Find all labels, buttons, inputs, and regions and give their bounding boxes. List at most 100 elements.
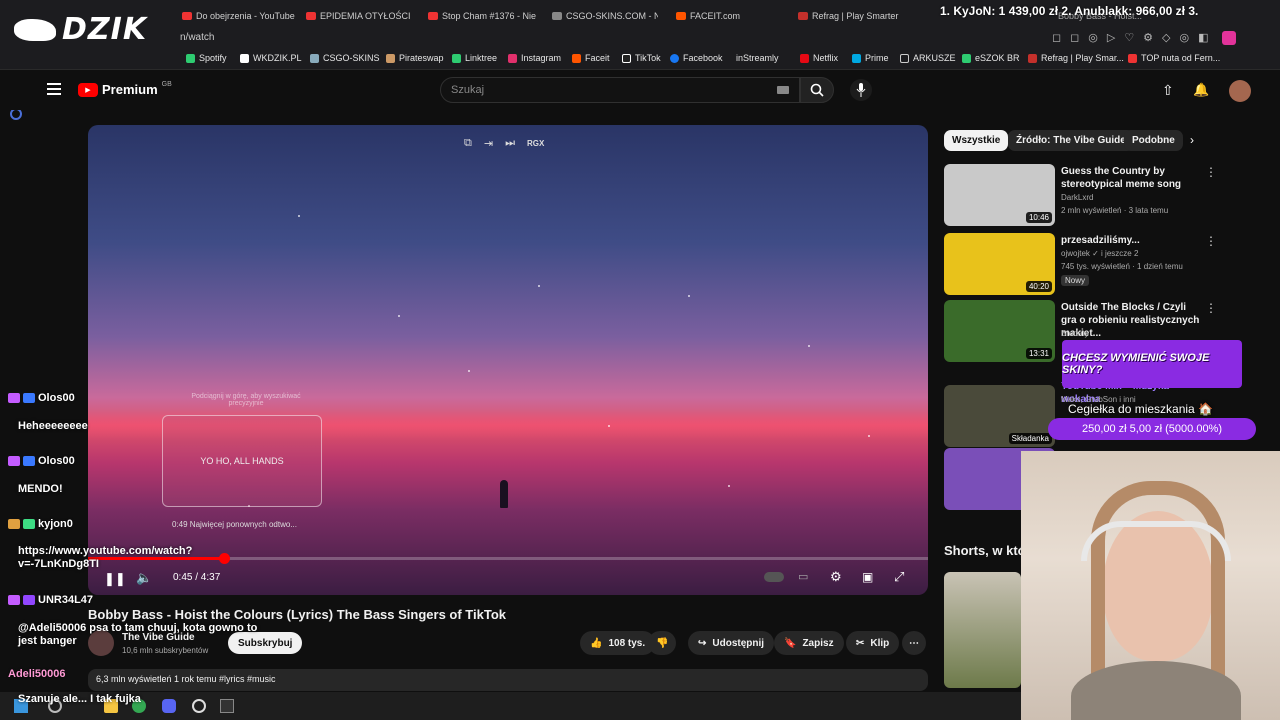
obs-icon[interactable] <box>192 699 206 713</box>
epic-games-icon[interactable] <box>220 699 234 713</box>
dislike-button[interactable]: 👎 <box>648 631 677 655</box>
stream-logo-text: DZIK <box>62 12 148 47</box>
progress-scrubber[interactable] <box>219 553 231 564</box>
recommended-channel[interactable]: ojwojtek ✓ i jeszcze 2 <box>1061 249 1201 258</box>
extension-icons[interactable]: ◻◻◎▷♡⚙◇◎◧ <box>1052 31 1218 44</box>
recommended-title[interactable]: przesadziliśmy... <box>1061 234 1201 247</box>
tab-label: FACEIT.com <box>690 11 741 21</box>
short-thumbnail[interactable] <box>944 572 1021 688</box>
subtitles-icon[interactable]: ▭ <box>798 570 808 583</box>
upload-icon[interactable]: ⇧ <box>1162 82 1174 99</box>
like-count: 108 tys. <box>608 637 646 649</box>
voice-search-button[interactable] <box>850 79 872 101</box>
bookmark-label: eSZOK BR <box>975 53 1020 63</box>
bookmark-csgo-skins[interactable]: CSGO-SKINS <box>310 53 380 63</box>
bookmark-spotify[interactable]: Spotify <box>186 53 227 63</box>
netflix-icon <box>800 53 809 63</box>
search-input[interactable]: Szukaj <box>440 77 800 103</box>
more-options-icon[interactable]: ⋮ <box>1205 165 1217 179</box>
keyboard-icon[interactable] <box>777 86 789 94</box>
theater-mode-icon[interactable]: ▣ <box>862 570 873 584</box>
profile-icon[interactable] <box>1222 31 1236 45</box>
seek-hint: Podciągnij w górę, aby wyszukiwać precyz… <box>191 393 301 407</box>
bookmark-refrag[interactable]: Refrag | Play Smar... <box>1028 53 1124 63</box>
fullscreen-icon[interactable]: ⤢ <box>894 569 904 585</box>
bookmark-linktree[interactable]: Linktree <box>452 53 497 63</box>
duration-badge: Składanka <box>1008 433 1052 444</box>
gem-icon <box>8 595 20 605</box>
volume-icon[interactable]: 🔈 <box>136 570 152 586</box>
chip-all[interactable]: Wszystkie <box>944 130 1009 151</box>
search-placeholder: Szukaj <box>451 84 485 96</box>
chevron-right-icon[interactable]: › <box>1190 133 1194 147</box>
bookmark-arkusze[interactable]: ARKUSZE <box>900 53 956 63</box>
recommended-title[interactable]: Guess the Country by stereotypical meme … <box>1061 165 1201 191</box>
recommended-channel[interactable]: Brodaty <box>1061 329 1201 338</box>
bookmark-eszok[interactable]: eSZOK BR <box>962 53 1020 63</box>
next-icon[interactable]: ⏭ <box>505 137 515 150</box>
description-box[interactable]: 6,3 mln wyświetleń 1 rok temu #lyrics #m… <box>88 669 928 691</box>
bookmark-top-nuta[interactable]: TOP nuta od Fern... <box>1128 53 1220 63</box>
settings-gear-icon[interactable]: ⚙ <box>830 569 842 585</box>
tab-label: Refrag | Play Smarter <box>812 11 899 21</box>
recommended-meta: 2 mln wyświetleń · 3 lata temu <box>1061 206 1169 215</box>
progress-bar[interactable] <box>88 553 928 564</box>
chip-source[interactable]: Źródło: The Vibe Guide <box>1008 130 1134 151</box>
recommended-channel[interactable]: DarkLxrd <box>1061 193 1201 202</box>
sub-badge-icon <box>23 595 35 605</box>
save-button[interactable]: 🔖 Zapisz <box>774 631 844 655</box>
star <box>538 285 540 287</box>
tab-faceit[interactable]: FACEIT.com <box>676 8 776 24</box>
bookmarks-bar: Spotify WKDZIK.PL CSGO-SKINS Pirateswap … <box>0 48 1280 70</box>
tab-obesity[interactable]: EPIDEMIA OTYŁOŚCI K... <box>306 8 412 24</box>
more-options-icon[interactable]: ⋮ <box>1205 301 1217 315</box>
bookmark-pirateswap[interactable]: Pirateswap <box>386 53 444 63</box>
more-options-icon[interactable]: ⋮ <box>1205 234 1217 248</box>
like-button[interactable]: 👍 108 tys. <box>580 631 656 655</box>
video-thumbnail[interactable]: 13:31 <box>944 300 1055 362</box>
video-thumbnail[interactable]: 10:46 <box>944 164 1055 226</box>
bookmark-label: inStreamly <box>736 53 779 63</box>
instagram-icon <box>508 53 517 63</box>
chip-similar[interactable]: Podobne <box>1124 130 1183 151</box>
donation-goal-title: Cegiełka do mieszkania 🏠 <box>1068 402 1214 416</box>
autoplay-toggle[interactable] <box>764 572 784 582</box>
address-bar[interactable]: n/watch ◻◻◎▷♡⚙◇◎◧ <box>0 30 1280 48</box>
bookmark-instagram[interactable]: Instagram <box>508 53 561 63</box>
more-actions-button[interactable]: ⋯ <box>902 631 926 655</box>
bookmark-wkdzik[interactable]: WKDZIK.PL <box>240 53 302 63</box>
video-thumbnail[interactable]: 40:20 <box>944 233 1055 295</box>
bookmark-faceit[interactable]: Faceit <box>572 53 610 63</box>
bookmark-facebook[interactable]: Facebook <box>670 53 723 63</box>
bookmark-instreamly[interactable]: inStreamly <box>736 53 779 63</box>
search-button[interactable] <box>800 77 834 103</box>
discord-icon[interactable] <box>162 699 176 713</box>
star <box>298 215 300 217</box>
queue-icon[interactable]: ⇥ <box>484 137 493 150</box>
bookmark-netflix[interactable]: Netflix <box>800 53 838 63</box>
star <box>608 425 610 427</box>
chat-user-label: Olos00 <box>38 455 75 467</box>
clip-button[interactable]: ✂ Klip <box>846 631 900 655</box>
miniplayer-icon[interactable]: ⧉ <box>464 137 472 150</box>
eszok-icon <box>962 53 971 63</box>
rgx-button[interactable]: RGX <box>527 139 544 148</box>
menu-icon[interactable] <box>47 83 61 95</box>
chat-username: Olos00 <box>8 392 75 404</box>
bookmark-tiktok[interactable]: TikTok <box>622 53 661 63</box>
avatar[interactable] <box>1229 80 1251 102</box>
share-label: Udostępnij <box>712 637 765 649</box>
pause-icon[interactable]: ❚❚ <box>104 571 126 587</box>
notifications-bell-icon[interactable]: 🔔 <box>1193 82 1209 98</box>
tab-refrag[interactable]: Refrag | Play Smarter <box>798 8 908 24</box>
video-thumbnail[interactable]: Składanka <box>944 385 1055 447</box>
tab-stop-cham[interactable]: Stop Cham #1376 - Nie... <box>428 8 536 24</box>
bookmark-prime[interactable]: Prime <box>852 53 889 63</box>
tab-csgo-skins[interactable]: CSGO-SKINS.COM - Na... <box>552 8 658 24</box>
thumbs-down-icon: 👎 <box>656 637 669 649</box>
youtube-premium-logo[interactable]: ▶ Premium GB <box>78 81 172 97</box>
tab-watch-later[interactable]: Do obejrzenia - YouTube <box>182 8 300 24</box>
video-player[interactable]: ⧉ ⇥ ⏭ RGX Podciągnij w górę, aby wyszuki… <box>88 125 928 595</box>
share-button[interactable]: ↪ Udostępnij <box>688 631 775 655</box>
donation-ticker: 1. KyJoN: 1 439,00 zł 2. Anublakk: 966,0… <box>940 4 1199 18</box>
